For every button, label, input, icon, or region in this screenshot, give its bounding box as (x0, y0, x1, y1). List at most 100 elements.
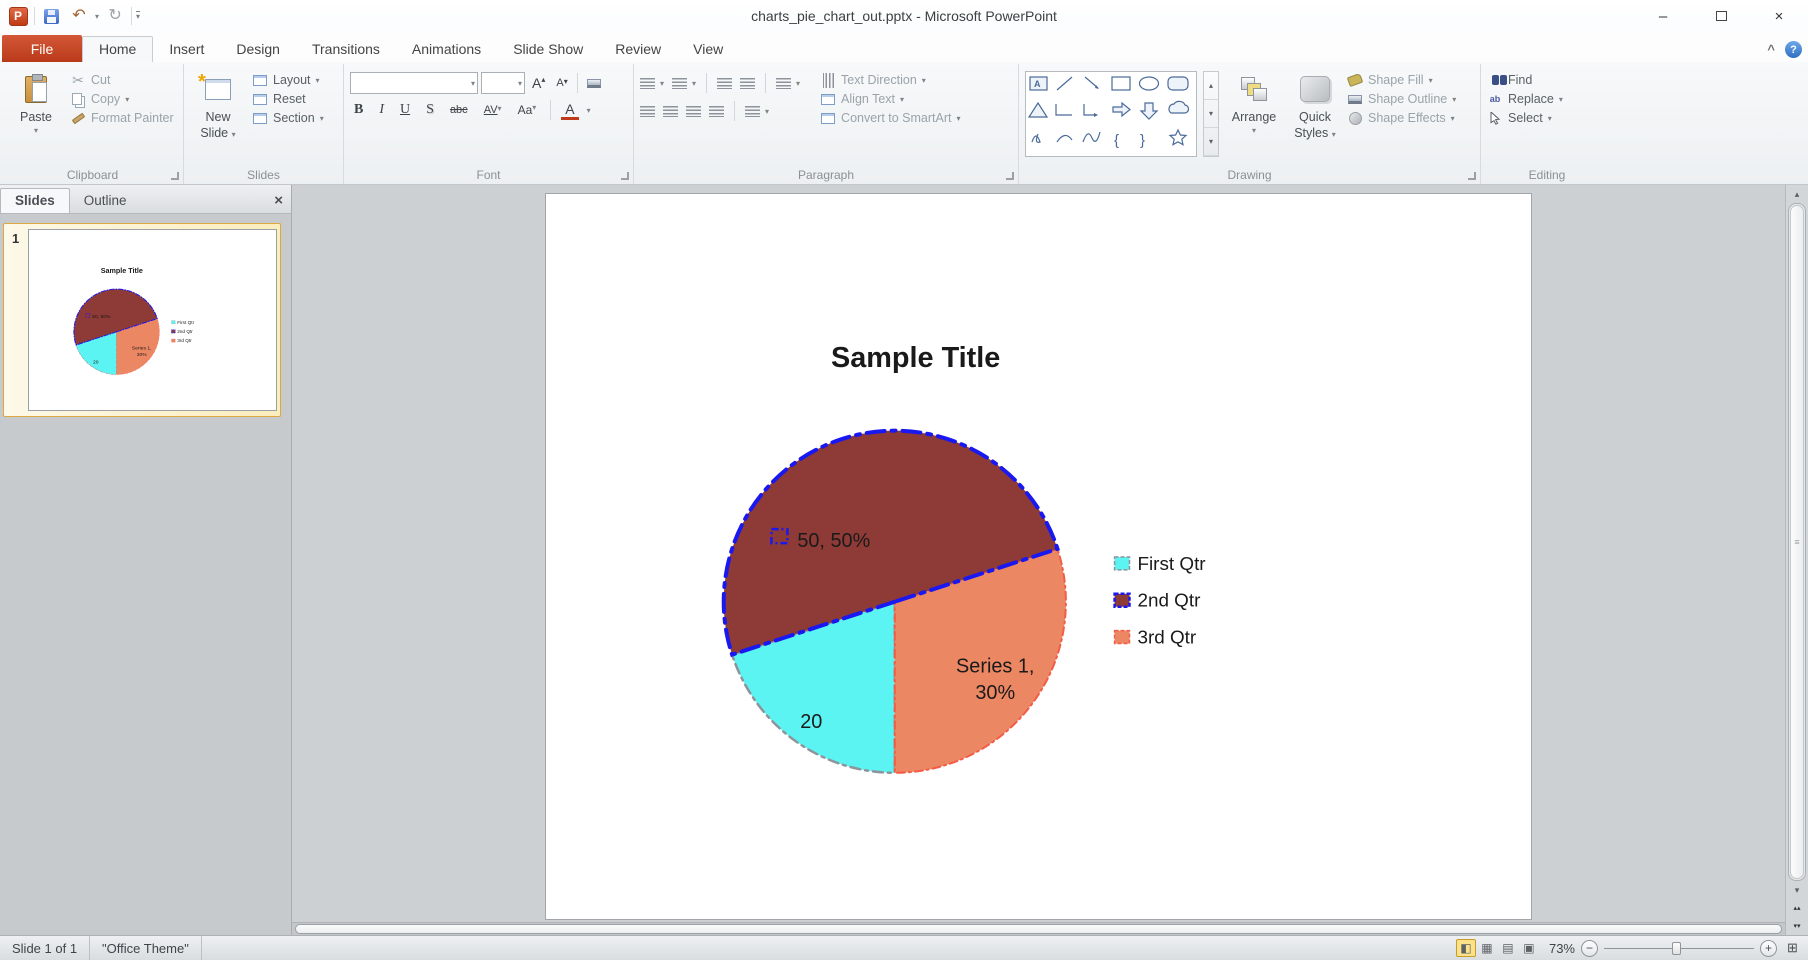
data-label[interactable]: Series 1, (132, 345, 152, 351)
shrink-font-button[interactable]: A▾ (552, 76, 571, 90)
zoom-slider[interactable] (1604, 940, 1754, 957)
chart-title[interactable]: Sample Title (101, 266, 143, 275)
gallery-down-icon[interactable]: ▾ (1204, 100, 1218, 128)
data-label[interactable]: 50, 50% (797, 530, 870, 552)
close-button[interactable]: × (1750, 0, 1808, 32)
legend-label[interactable]: 2nd Qtr (177, 329, 193, 334)
zoom-in-button[interactable]: + (1760, 940, 1777, 957)
paragraph-dialog-launcher[interactable] (1006, 172, 1014, 180)
tab-animations[interactable]: Animations (396, 37, 497, 62)
text-direction-button[interactable]: Text Direction▾ (820, 73, 960, 87)
normal-view-button[interactable]: ◧ (1456, 939, 1476, 957)
tab-outline[interactable]: Outline (70, 189, 141, 213)
shape-outline-button[interactable]: Shape Outline▾ (1347, 92, 1456, 106)
tab-slides-thumbnails[interactable]: Slides (0, 188, 70, 213)
increase-indent-button[interactable] (740, 78, 755, 89)
help-icon[interactable]: ? (1785, 41, 1802, 58)
minimize-button[interactable]: – (1634, 0, 1692, 32)
paste-dropdown[interactable]: ▾ (34, 126, 38, 136)
slide-canvas[interactable]: Sample Title2050, 50%Series 1,30%First Q… (545, 193, 1532, 920)
slide-thumbnail-selected[interactable]: 1 Sample Title2050, 50%Series 1,30%First… (3, 223, 281, 417)
slide-show-button[interactable]: ▣ (1519, 939, 1539, 957)
shape-fill-button[interactable]: Shape Fill▾ (1347, 73, 1456, 87)
shape-gallery[interactable]: A { (1025, 71, 1197, 157)
convert-smartart-button[interactable]: Convert to SmartArt▾ (820, 111, 960, 125)
previous-slide-button[interactable]: ▴▴ (1786, 899, 1808, 917)
grow-font-button[interactable]: A▴ (528, 74, 549, 92)
legend-swatch-3[interactable] (171, 339, 175, 342)
layout-button[interactable]: Layout▾ (252, 73, 324, 87)
cut-button[interactable]: ✂Cut (70, 73, 174, 87)
slide-info[interactable]: Slide 1 of 1 (0, 936, 90, 960)
bullets-button[interactable]: ▾ (640, 78, 664, 89)
undo-button[interactable]: ↶ (67, 4, 91, 28)
justify-button[interactable] (709, 106, 724, 117)
zoom-slider-thumb[interactable] (1672, 942, 1681, 955)
close-panel-icon[interactable]: × (274, 193, 283, 208)
tab-view[interactable]: View (677, 37, 739, 62)
data-label-line2[interactable]: 30% (975, 682, 1015, 704)
legend-label[interactable]: First Qtr (177, 320, 194, 325)
collapse-ribbon-icon[interactable]: ^ (1767, 42, 1775, 57)
reading-view-button[interactable]: ▤ (1498, 939, 1518, 957)
shape-effects-button[interactable]: Shape Effects▾ (1347, 111, 1456, 125)
character-spacing-button[interactable]: AV▾ (480, 103, 506, 117)
gallery-more-icon[interactable]: ▾ (1204, 128, 1218, 156)
horizontal-scrollbar-thumb[interactable] (295, 924, 1782, 934)
legend-label[interactable]: 3rd Qtr (1137, 628, 1196, 649)
strikethrough-button[interactable]: abc (446, 103, 472, 117)
legend-label[interactable]: First Qtr (1137, 554, 1205, 575)
tab-file[interactable]: File (2, 35, 82, 62)
quick-styles-button[interactable]: Quick Styles ▾ (1289, 67, 1341, 166)
tab-transitions[interactable]: Transitions (296, 37, 396, 62)
slide-editor-area[interactable]: Sample Title2050, 50%Series 1,30%First Q… (292, 185, 1785, 935)
clipboard-dialog-launcher[interactable] (171, 172, 179, 180)
arrange-button[interactable]: Arrange ▾ (1225, 67, 1283, 166)
select-button[interactable]: Select▾ (1487, 111, 1563, 125)
underline-button[interactable]: U (396, 101, 414, 119)
font-color-dropdown[interactable]: ▾ (587, 106, 591, 115)
data-label[interactable]: 20 (93, 359, 99, 365)
format-painter-button[interactable]: Format Painter (70, 111, 174, 125)
replace-button[interactable]: abReplace▾ (1487, 92, 1563, 106)
new-slide-button[interactable]: New Slide ▾ (190, 67, 246, 166)
scroll-down-button[interactable]: ▾ (1786, 881, 1808, 899)
font-size-combo[interactable]: ▾ (481, 72, 525, 94)
chart-title[interactable]: Sample Title (831, 342, 1000, 374)
align-left-button[interactable] (640, 106, 655, 117)
align-text-button[interactable]: Align Text▾ (820, 92, 960, 106)
italic-button[interactable]: I (375, 101, 388, 119)
reset-button[interactable]: Reset (252, 92, 324, 106)
scroll-up-button[interactable]: ▴ (1786, 185, 1808, 203)
redo-button[interactable]: ↻ (103, 4, 127, 28)
legend-swatch-3[interactable] (1114, 631, 1129, 644)
slide-sorter-view-button[interactable]: ▦ (1477, 939, 1497, 957)
drawing-dialog-launcher[interactable] (1468, 172, 1476, 180)
undo-dropdown[interactable]: ▾ (95, 12, 99, 21)
columns-button[interactable]: ▾ (745, 106, 769, 117)
tab-review[interactable]: Review (599, 37, 677, 62)
shape-gallery-scrollbar[interactable]: ▴ ▾ ▾ (1203, 71, 1219, 157)
legend-label[interactable]: 2nd Qtr (1137, 591, 1200, 612)
data-label[interactable]: Series 1, (956, 655, 1034, 677)
tab-home[interactable]: Home (82, 36, 153, 62)
tab-slide-show[interactable]: Slide Show (497, 37, 599, 62)
restore-button[interactable] (1692, 0, 1750, 32)
find-button[interactable]: Find (1487, 73, 1563, 87)
fit-to-window-button[interactable]: ⊞ (1783, 939, 1802, 957)
legend-swatch-2[interactable] (171, 330, 175, 333)
zoom-out-button[interactable]: − (1581, 940, 1598, 957)
paste-button[interactable]: Paste ▾ (8, 67, 64, 166)
data-label-line2[interactable]: 30% (137, 352, 148, 358)
powerpoint-app-icon[interactable]: P (6, 4, 30, 28)
legend-swatch-2[interactable] (1114, 594, 1129, 607)
font-color-button[interactable]: A (561, 101, 578, 120)
align-right-button[interactable] (686, 106, 701, 117)
tab-design[interactable]: Design (220, 37, 296, 62)
vertical-scrollbar-thumb[interactable]: ≡ (1790, 205, 1804, 879)
customize-qat-button[interactable]: ▾ (136, 11, 140, 21)
legend-swatch-1[interactable] (171, 321, 175, 324)
legend-swatch-1[interactable] (1114, 557, 1129, 570)
numbering-button[interactable]: ▾ (672, 78, 696, 89)
data-label[interactable]: 50, 50% (92, 314, 111, 320)
